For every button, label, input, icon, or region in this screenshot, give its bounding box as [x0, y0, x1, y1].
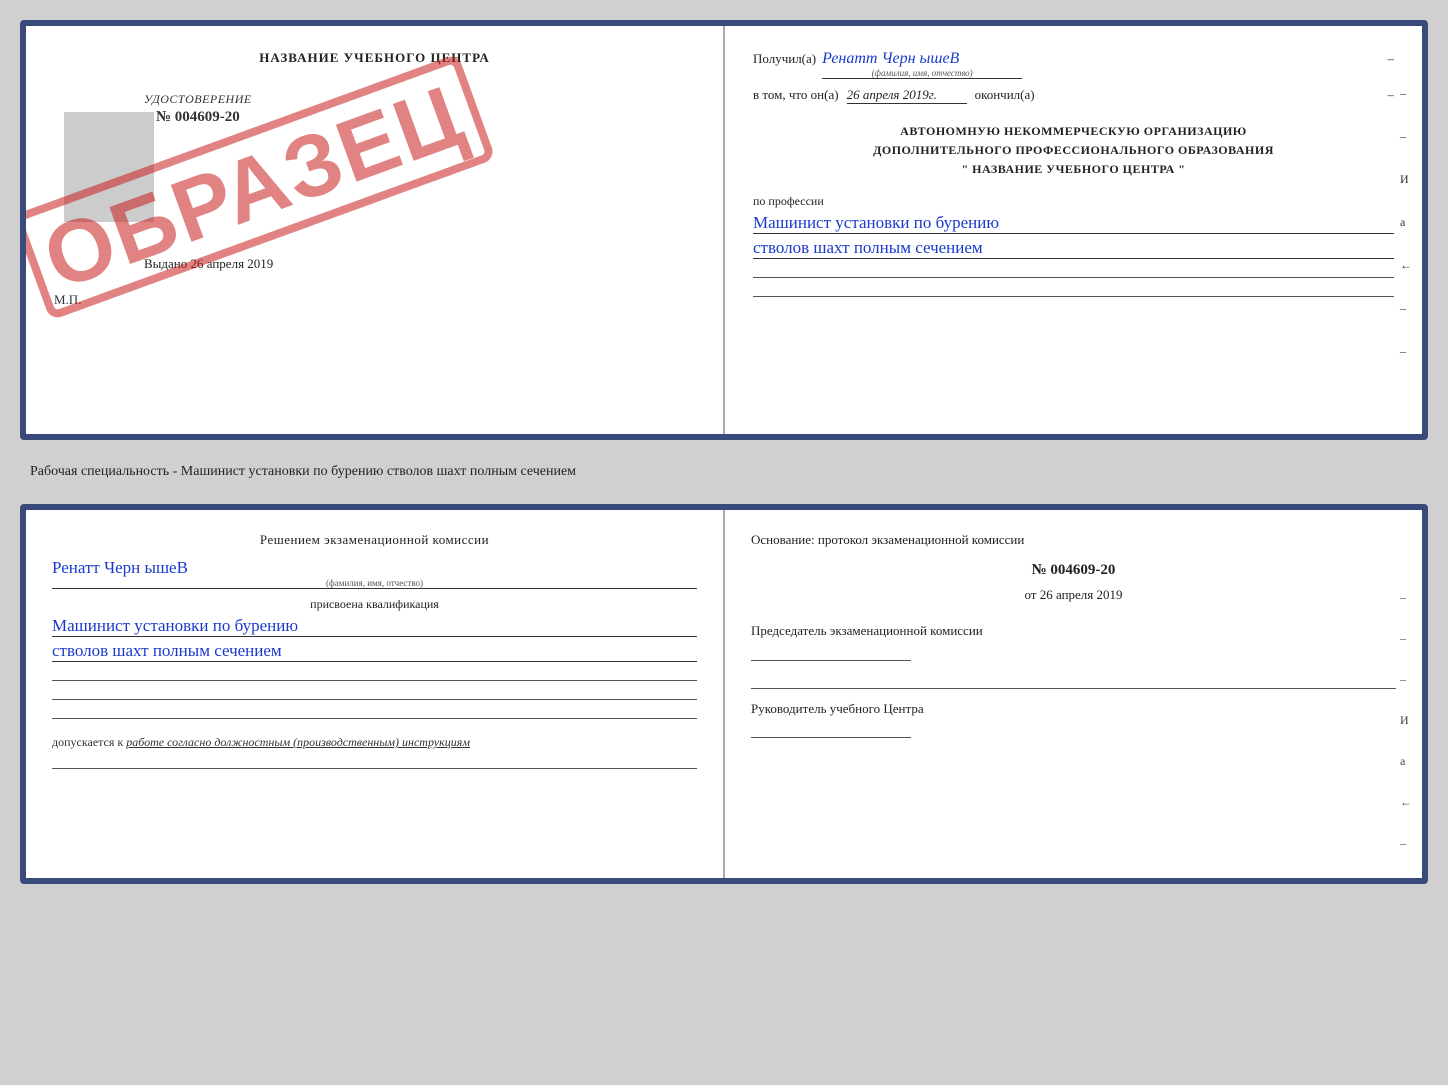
top-right-dash: – [1388, 51, 1395, 67]
top-doc-right: Получил(а) Ренатт Черн ышеВ (фамилия, им… [725, 26, 1422, 434]
protocol-date-prefix: от [1024, 587, 1036, 602]
middle-text: Рабочая специальность - Машинист установ… [20, 456, 1428, 488]
mp-line: М.П. [54, 292, 695, 308]
poluchil-name: Ренатт Черн ышеВ (фамилия, имя, отчество… [822, 50, 1022, 79]
udostoverenie-label: УДОСТОВЕРЕНИЕ [144, 92, 252, 107]
predsedatel-sig-line [751, 647, 911, 661]
poluchil-line: Получил(а) Ренатт Черн ышеВ (фамилия, им… [753, 50, 1394, 79]
vydano-date: 26 апреля 2019 [191, 256, 274, 271]
vydano-line: Выдано 26 апреля 2019 [144, 256, 273, 272]
bottom-document: Решением экзаменационной комиссии Ренатт… [20, 504, 1428, 884]
qualification-line1: Машинист установки по бурению [52, 616, 697, 637]
stamp-area: УДОСТОВЕРЕНИЕ № 004609-20 ОБРАЗЕЦ Выдано… [54, 82, 695, 282]
vtom-label: в том, что он(а) [753, 87, 839, 103]
vtom-line: в том, что он(а) 26 апреля 2019г. окончи… [753, 87, 1394, 104]
protocol-num: № 004609-20 [751, 562, 1396, 579]
autonomnaya-block: АВТОНОМНУЮ НЕКОММЕРЧЕСКУЮ ОРГАНИЗАЦИЮ ДО… [753, 122, 1394, 180]
protocol-date: от 26 апреля 2019 [751, 587, 1396, 603]
rukovoditel-label: Руководитель учебного Центра [751, 699, 1396, 719]
resheniem-title: Решением экзаменационной комиссии [52, 532, 697, 548]
dopuskaetsya-text: допускается к работе согласно должностны… [52, 735, 697, 750]
osnovanie-title: Основание: протокол экзаменационной коми… [751, 532, 1396, 548]
auto-line2: ДОПОЛНИТЕЛЬНОГО ПРОФЕССИОНАЛЬНОГО ОБРАЗО… [753, 141, 1394, 160]
bottom-underline-1 [52, 667, 697, 681]
auto-line1: АВТОНОМНУЮ НЕКОММЕРЧЕСКУЮ ОРГАНИЗАЦИЮ [753, 122, 1394, 141]
rukovoditel-sig-line [751, 724, 911, 738]
qualification-line2: стволов шахт полным сечением [52, 641, 697, 662]
poluchil-label: Получил(а) [753, 51, 816, 67]
bottom-doc-left: Решением экзаменационной комиссии Ренатт… [26, 510, 725, 878]
fio-subtitle-bottom: (фамилия, имя, отчество) [52, 578, 697, 588]
right-edge-dashes: – – И а ← – – [1400, 86, 1412, 359]
page-wrapper: НАЗВАНИЕ УЧЕБНОГО ЦЕНТРА УДОСТОВЕРЕНИЕ №… [20, 20, 1428, 884]
top-left-title: НАЗВАНИЕ УЧЕБНОГО ЦЕНТРА [54, 50, 695, 66]
auto-line3: " НАЗВАНИЕ УЧЕБНОГО ЦЕНТРА " [753, 160, 1394, 179]
profession-line2: стволов шахт полным сечением [753, 238, 1394, 259]
bottom-underline-3 [52, 705, 697, 719]
predsedatel-label: Председатель экзаменационной комиссии [751, 621, 1396, 641]
protocol-date-value: 26 апреля 2019 [1040, 587, 1123, 602]
profession-line1: Машинист установки по бурению [753, 213, 1394, 234]
bottom-underline-2 [52, 686, 697, 700]
udostoverenie-block: УДОСТОВЕРЕНИЕ № 004609-20 [144, 92, 252, 126]
rukovoditel-block: Руководитель учебного Центра [751, 699, 1396, 739]
bottom-underline-4 [52, 755, 697, 769]
top-doc-left: НАЗВАНИЕ УЧЕБНОГО ЦЕНТРА УДОСТОВЕРЕНИЕ №… [26, 26, 725, 434]
gray-photo-box [64, 112, 154, 222]
po-professii-label: по профессии [753, 194, 1394, 209]
fio-subtitle-top: (фамилия, имя, отчество) [822, 68, 1022, 78]
underline-1 [753, 264, 1394, 278]
okochil-label: окончил(а) [975, 87, 1035, 103]
predsedatel-block: Председатель экзаменационной комиссии [751, 621, 1396, 661]
underline-2 [753, 283, 1394, 297]
vydano-label: Выдано [144, 256, 187, 271]
bottom-person-name: Ренатт Черн ышеВ (фамилия, имя, отчество… [52, 558, 697, 589]
prisvoena-label: присвоена квалификация [52, 597, 697, 612]
bottom-doc-right: Основание: протокол экзаменационной коми… [725, 510, 1422, 878]
bottom-right-edge-dashes: – – – И а ← – – – [1400, 590, 1412, 884]
top-document: НАЗВАНИЕ УЧЕБНОГО ЦЕНТРА УДОСТОВЕРЕНИЕ №… [20, 20, 1428, 440]
bottom-right-underline-1 [751, 675, 1396, 689]
udostoverenie-number: № 004609-20 [144, 109, 252, 126]
dopuskaetsya-italic: работе согласно должностным (производств… [126, 735, 470, 749]
vtom-dash: – [1388, 87, 1395, 103]
dopuskaetsya-prefix: допускается к [52, 735, 123, 749]
vtom-date: 26 апреля 2019г. [847, 87, 967, 104]
